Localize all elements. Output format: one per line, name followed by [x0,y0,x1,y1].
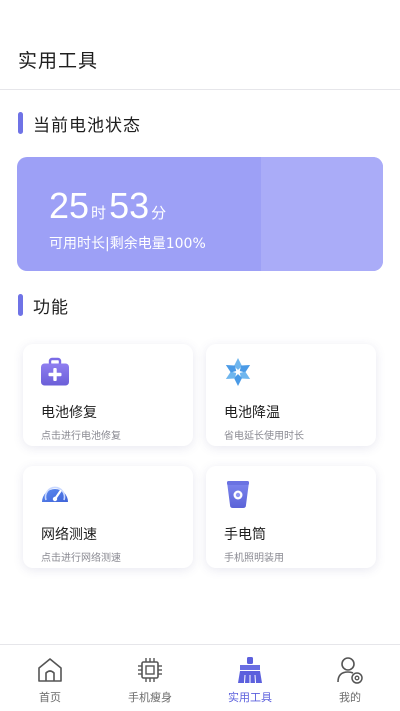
tab-phone-cleanup-label: 手机瘦身 [128,691,172,704]
speedometer-icon [42,486,68,502]
battery-remaining-time: 25 时 53 分 [49,185,169,227]
battery-repair-card[interactable]: 电池修复 点击进行电池修复 [23,344,193,446]
bottom-tab-bar: 首页 手机瘦身 实用工具 我的 [0,644,400,711]
battery-status-card: 25 时 53 分 可用时长|剩余电量100% [17,157,383,271]
battery-cooling-card[interactable]: 电池降温 省电延长使用时长 [206,344,376,446]
battery-hours-unit: 时 [91,204,107,222]
page-title: 实用工具 [18,50,99,72]
tab-home-label: 首页 [39,691,61,704]
battery-cooling-title: 电池降温 [224,405,280,421]
network-speed-test-subtitle: 点击进行网络测速 [41,553,121,564]
tab-profile-label: 我的 [339,691,361,704]
tab-profile[interactable]: 我的 [300,645,400,711]
battery-repair-subtitle: 点击进行电池修复 [41,431,121,442]
battery-minutes: 53 [109,185,150,226]
flashlight-card[interactable]: 手电筒 手机照明装用 [206,466,376,568]
chip-icon [138,658,162,682]
medical-kit-icon [41,357,69,386]
flashlight-title: 手电筒 [224,527,266,543]
flashlight-icon [227,481,249,508]
section-accent-bar [18,112,23,134]
home-icon [38,658,62,682]
battery-section-label: 当前电池状态 [33,115,141,136]
functions-section-title: 功能 [18,293,69,318]
tab-phone-cleanup[interactable]: 手机瘦身 [100,645,200,711]
app-header: 实用工具 [0,0,400,90]
network-speed-test-title: 网络测速 [41,527,97,543]
battery-minutes-unit: 分 [151,204,167,222]
battery-hours: 25 [49,185,90,226]
battery-cooling-subtitle: 省电延长使用时长 [224,431,304,442]
battery-section-title: 当前电池状态 [18,111,141,136]
battery-repair-title: 电池修复 [41,405,97,421]
user-settings-icon [337,657,363,684]
tab-tools[interactable]: 实用工具 [200,645,300,711]
snowflake-icon [225,358,251,386]
battery-description: 可用时长|剩余电量100% [49,236,206,252]
section-accent-bar [18,294,23,316]
flashlight-subtitle: 手机照明装用 [224,553,284,564]
tab-tools-label: 实用工具 [228,691,272,704]
broom-icon [238,657,262,684]
functions-section-label: 功能 [33,297,69,318]
battery-card-right-panel [261,157,383,271]
network-speed-test-card[interactable]: 网络测速 点击进行网络测速 [23,466,193,568]
tab-home[interactable]: 首页 [0,645,100,711]
